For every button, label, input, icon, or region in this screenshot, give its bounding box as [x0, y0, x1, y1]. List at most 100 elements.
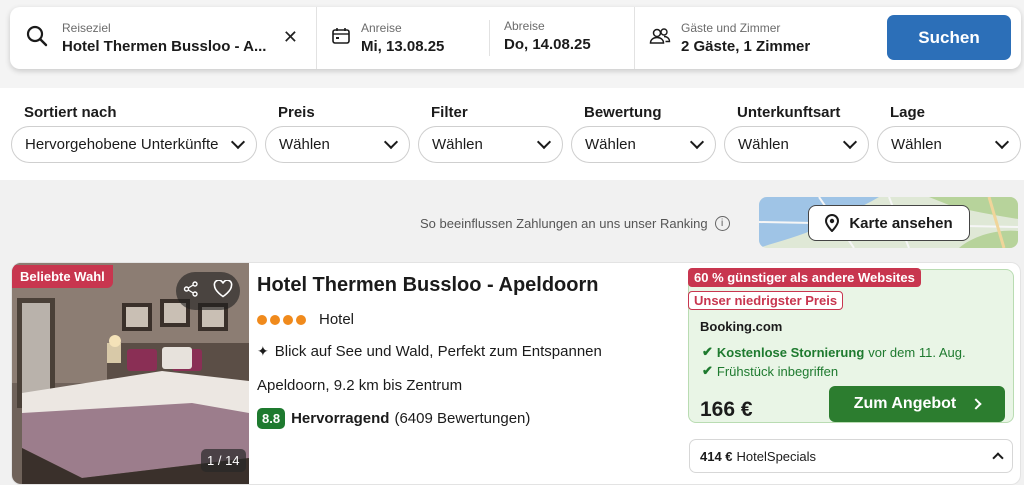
check-icon: ✔ [702, 344, 713, 359]
hotel-highlights: ✦ Blick auf See und Wald, Perfekt zum En… [257, 343, 602, 360]
deal-price: 166 € [700, 398, 753, 421]
destination-value: Hotel Thermen Bussloo - A... [62, 38, 267, 55]
perk-rest: vor dem 11. Aug. [868, 344, 966, 360]
checkin-label: Anreise [361, 21, 402, 35]
heart-icon[interactable] [213, 278, 233, 303]
map-button[interactable]: Karte ansehen [808, 205, 970, 241]
accommodation-select[interactable]: Wählen [724, 126, 869, 163]
filter-title: Unterkunftsart [737, 104, 841, 121]
filter-title: Bewertung [584, 104, 662, 121]
photo-counter: 1 / 14 [201, 449, 246, 472]
star-icon [257, 314, 267, 325]
select-value: Wählen [585, 136, 636, 153]
perk-breakfast: ✔ Frühstück inbegriffen [702, 363, 838, 379]
filter-title: Lage [890, 104, 926, 121]
sort-select[interactable]: Hervorgehobene Unterkünfte [11, 126, 257, 163]
chevron-right-icon [970, 398, 982, 410]
location-select[interactable]: Wählen [877, 126, 1021, 163]
ranking-note[interactable]: So beeinflussen Zahlungen an uns unser R… [420, 216, 730, 231]
price-select[interactable]: Wählen [265, 126, 410, 163]
map-thumbnail[interactable]: Karte ansehen [759, 197, 1018, 248]
hotel-rating[interactable]: 8.8 Hervorragend (6409 Bewertungen) [257, 408, 530, 429]
perk-text: Frühstück inbegriffen [716, 363, 839, 379]
select-value: Wählen [279, 136, 330, 153]
filter-bar: Sortiert nach Hervorgehobene Unterkünfte… [11, 104, 1021, 164]
filter-sort: Sortiert nach Hervorgehobene Unterkünfte [11, 104, 257, 163]
guests-value: 2 Gäste, 1 Zimmer [681, 38, 811, 55]
hotel-type: Hotel [319, 311, 355, 328]
divider [489, 20, 490, 56]
map-button-label: Karte ansehen [849, 214, 953, 232]
rating-word: Hervorragend [291, 410, 390, 427]
view-deal-label: Zum Angebot [853, 395, 957, 412]
hotel-card[interactable]: Beliebte Wahl 1 / 14 Hotel Thermen Bussl… [11, 262, 1021, 485]
close-icon[interactable]: ✕ [283, 27, 298, 48]
deal-provider: Booking.com [700, 319, 783, 334]
more-deals-text: 414 € HotelSpecials [700, 449, 816, 464]
star-icon [283, 314, 293, 325]
star-icon [296, 314, 306, 325]
checkout-label: Abreise [504, 19, 545, 33]
ranking-text: So beeinflussen Zahlungen an uns unser R… [420, 216, 708, 231]
review-count: (6409 Bewertungen) [394, 410, 531, 427]
guests-field[interactable]: Gäste und Zimmer 2 Gäste, 1 Zimmer [635, 7, 885, 69]
photo-actions [176, 272, 240, 310]
calendar-icon [331, 26, 351, 51]
filter-accommodation: Unterkunftsart Wählen [724, 104, 869, 163]
select-value: Hervorgehobene Unterkünfte [25, 136, 219, 153]
check-icon: ✔ [702, 363, 713, 378]
filter-filter: Filter Wählen [418, 104, 563, 163]
hotel-photo[interactable]: Beliebte Wahl 1 / 14 [12, 263, 249, 484]
sparkle-icon: ✦ [257, 343, 269, 359]
popular-badge: Beliebte Wahl [12, 265, 113, 288]
date-range: Anreise Mi, 13.08.25 Abreise Do, 14.08.2… [317, 7, 635, 69]
checkin-value: Mi, 13.08.25 [361, 38, 445, 55]
filter-title: Filter [431, 104, 468, 121]
chevron-up-icon[interactable] [992, 452, 1004, 464]
filter-title: Sortiert nach [24, 104, 117, 121]
checkout-field[interactable]: Abreise Do, 14.08.25 [504, 19, 591, 53]
view-deal-button[interactable]: Zum Angebot [829, 386, 1005, 422]
more-deals-row[interactable]: 414 € HotelSpecials [689, 439, 1013, 473]
select-value: Wählen [891, 136, 942, 153]
share-icon[interactable] [183, 280, 199, 302]
hotel-name[interactable]: Hotel Thermen Bussloo - Apeldoorn [257, 274, 599, 297]
filter-rating: Bewertung Wählen [571, 104, 716, 163]
hotel-stars: Hotel [257, 311, 354, 328]
search-button[interactable]: Suchen [887, 15, 1011, 60]
guests-label: Gäste und Zimmer [681, 21, 781, 35]
checkout-value: Do, 14.08.25 [504, 36, 591, 53]
search-icon [26, 25, 48, 52]
hotel-location: Apeldoorn, 9.2 km bis Zentrum [257, 377, 463, 394]
more-deals-price: 414 € [700, 448, 733, 464]
info-icon[interactable]: i [714, 216, 730, 231]
star-icon [270, 314, 280, 325]
rating-score: 8.8 [257, 408, 286, 429]
filter-location: Lage Wählen [877, 104, 1021, 163]
filter-price: Preis Wählen [265, 104, 410, 163]
select-value: Wählen [432, 136, 483, 153]
highlights-text: Blick auf See und Wald, Perfekt zum Ents… [274, 343, 602, 360]
deal-box[interactable]: 60 % günstiger als andere Websites Unser… [688, 268, 1014, 423]
rating-select[interactable]: Wählen [571, 126, 716, 163]
lowest-price-badge: Unser niedrigster Preis [688, 291, 844, 310]
map-pin-icon [825, 214, 840, 232]
filter-title: Preis [278, 104, 315, 121]
destination-field[interactable]: Reiseziel Hotel Thermen Bussloo - A... ✕ [10, 7, 317, 69]
users-icon [649, 26, 671, 51]
chevron-down-icon [994, 134, 1010, 150]
search-bar: Reiseziel Hotel Thermen Bussloo - A... ✕… [10, 7, 1021, 69]
perk-cancellation: ✔ Kostenlose Stornierung vor dem 11. Aug… [702, 344, 966, 360]
checkin-field[interactable]: Anreise Mi, 13.08.25 [317, 21, 489, 55]
chevron-down-icon [842, 134, 858, 150]
chevron-down-icon [536, 134, 552, 150]
perk-strong: Kostenlose Stornierung [716, 344, 865, 360]
filter-select[interactable]: Wählen [418, 126, 563, 163]
chevron-down-icon [689, 134, 705, 150]
cheaper-badge: 60 % günstiger als andere Websites [688, 268, 921, 287]
destination-label: Reiseziel [62, 21, 111, 35]
chevron-down-icon [230, 134, 246, 150]
more-deals-provider: HotelSpecials [736, 448, 817, 464]
hotel-info: Hotel Thermen Bussloo - Apeldoorn Hotel … [257, 263, 677, 484]
select-value: Wählen [738, 136, 789, 153]
